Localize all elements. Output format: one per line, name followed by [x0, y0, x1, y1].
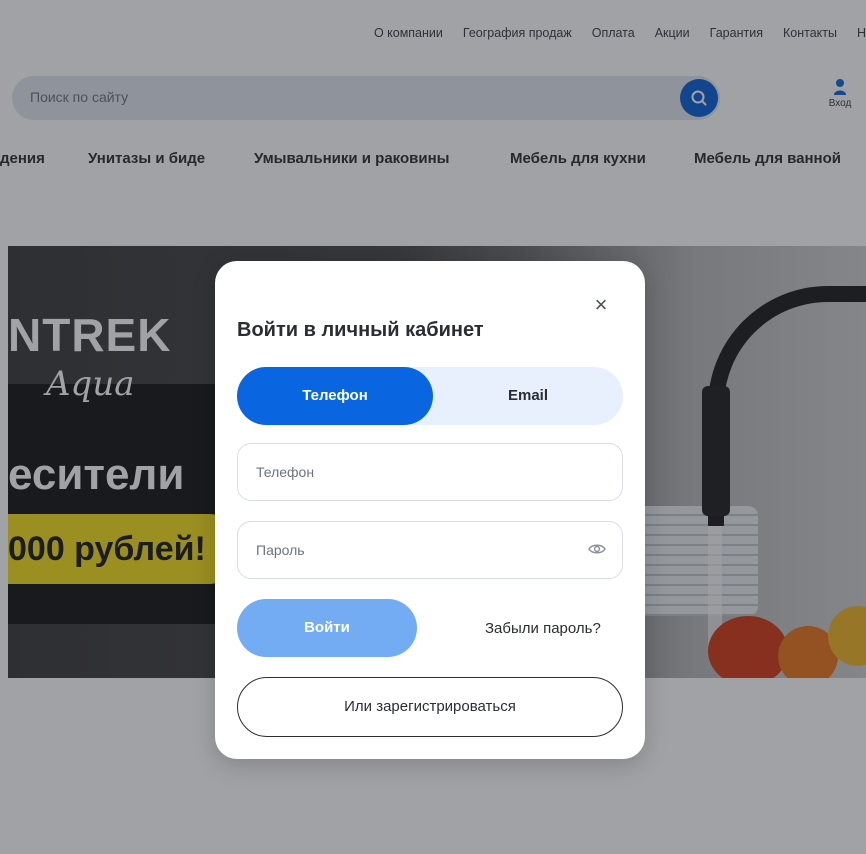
tab-email[interactable]: Email	[433, 367, 623, 425]
tab-phone[interactable]: Телефон	[237, 367, 433, 425]
eye-icon[interactable]	[588, 542, 606, 556]
phone-input[interactable]	[256, 444, 576, 499]
login-method-tabs: Телефон Email	[237, 367, 623, 425]
modal-title: Войти в личный кабинет	[237, 319, 484, 341]
password-input[interactable]	[256, 522, 576, 577]
login-button[interactable]: Войти	[237, 599, 417, 657]
phone-field[interactable]	[237, 443, 623, 501]
close-icon[interactable]: ×	[591, 294, 611, 316]
login-modal: × Войти в личный кабинет Телефон Email В…	[215, 261, 645, 759]
password-field[interactable]	[237, 521, 623, 579]
register-button[interactable]: Или зарегистрироваться	[237, 677, 623, 737]
forgot-password-link[interactable]: Забыли пароль?	[485, 620, 601, 637]
